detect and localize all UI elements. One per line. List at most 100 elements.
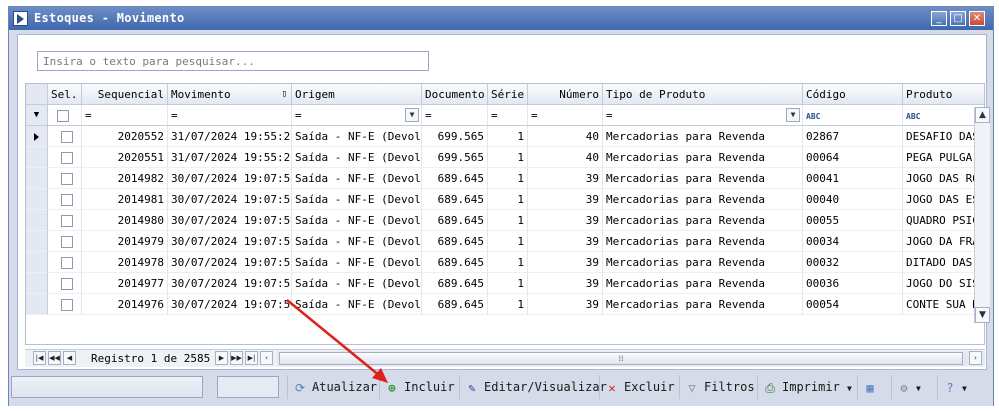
filter-sel[interactable] [48,105,82,126]
header-produto[interactable]: Produto [903,84,984,105]
row-select[interactable] [48,231,82,252]
vertical-scrollbar[interactable]: ▲ ▼ [974,107,990,323]
row-select[interactable] [48,252,82,273]
last-record-icon[interactable]: ▶| [245,351,258,365]
row-checkbox[interactable] [61,215,73,227]
cell-tipo-produto: Mercadorias para Revenda [603,210,803,231]
header-documento[interactable]: Documento [422,84,488,105]
filter-sequencial[interactable]: = [82,105,168,126]
filter-produto[interactable]: ABC [903,105,984,126]
scroll-thumb[interactable]: ⁞⁞ [279,352,963,365]
cell-codigo: 00036 [803,273,903,294]
row-indicator[interactable] [26,126,48,147]
row-checkbox[interactable] [61,257,73,269]
header-sel[interactable]: Sel. [48,84,82,105]
app-icon [13,11,28,26]
first-record-icon[interactable]: |◀ [33,351,46,365]
row-indicator[interactable] [26,294,48,315]
next-record-icon[interactable]: ▶ [215,351,228,365]
scroll-up-icon[interactable]: ▲ [975,107,990,123]
caret-down-icon: ▼ [916,384,921,393]
cell-tipo-produto: Mercadorias para Revenda [603,273,803,294]
chevron-down-icon[interactable]: ▼ [786,108,800,122]
prev-page-icon[interactable]: ◀◀ [48,351,61,365]
header-numero[interactable]: Número [528,84,603,105]
table-row[interactable]: 2014979 30/07/2024 19:07:50 Saída - NF-E (… [26,231,984,252]
filter-tipo-produto[interactable]: = ▼ [603,105,803,126]
cell-numero: 39 [528,168,603,189]
row-checkbox[interactable] [61,194,73,206]
search-input[interactable]: Insira o texto para pesquisar... [37,51,429,71]
row-checkbox[interactable] [61,152,73,164]
row-indicator[interactable] [26,231,48,252]
filter-codigo[interactable]: ABC [803,105,903,126]
filter-text-icon: ABC [906,112,921,121]
chevron-down-icon[interactable]: ▼ [405,108,419,122]
close-button[interactable]: ✕ [969,11,985,26]
filtros-button[interactable]: ▽ Filtros [679,375,755,399]
filtros-label: Filtros [704,380,755,394]
maximize-button[interactable]: □ [950,11,966,26]
row-indicator[interactable] [26,168,48,189]
editar-button[interactable]: ✎ Editar/Visualizar [459,375,607,399]
scroll-left-icon[interactable]: ‹ [260,351,273,365]
row-indicator[interactable] [26,252,48,273]
row-checkbox[interactable] [61,173,73,185]
header-movimento[interactable]: Movimento ▯ [168,84,292,105]
row-indicator[interactable] [26,210,48,231]
table-row[interactable]: 2014976 30/07/2024 19:07:50 Saída - NF-E (… [26,294,984,315]
incluir-button[interactable]: ⊕ Incluir [379,375,455,399]
table-row[interactable]: 2014981 30/07/2024 19:07:50 Saída - NF-E (… [26,189,984,210]
data-grid: Sel. Sequencial Movimento ▯ Origem Docume… [25,83,985,345]
row-select[interactable] [48,294,82,315]
scroll-down-icon[interactable]: ▼ [975,307,990,323]
cell-documento: 699.565 [422,126,488,147]
minimize-button[interactable]: _ [931,11,947,26]
table-row[interactable]: 2014982 30/07/2024 19:07:50 Saída - NF-E (… [26,168,984,189]
row-select[interactable] [48,126,82,147]
header-sequencial[interactable]: Sequencial [82,84,168,105]
excluir-button[interactable]: ✕ Excluir [599,375,675,399]
row-select[interactable] [48,210,82,231]
table-row[interactable]: 2014978 30/07/2024 19:07:50 Saída - NF-E (… [26,252,984,273]
table-row[interactable]: 2014980 30/07/2024 19:07:50 Saída - NF-E (… [26,210,984,231]
row-select[interactable] [48,273,82,294]
select-all-checkbox[interactable] [57,110,69,122]
status-field-small [217,376,279,398]
prev-record-icon[interactable]: ◀ [63,351,76,365]
scroll-right-icon[interactable]: › [969,351,982,365]
row-select[interactable] [48,147,82,168]
row-indicator[interactable] [26,273,48,294]
filter-numero[interactable]: = [528,105,603,126]
filter-documento[interactable]: = [422,105,488,126]
row-indicator[interactable] [26,147,48,168]
filter-movimento[interactable]: = [168,105,292,126]
chart-button[interactable]: ▦ [857,375,889,399]
cell-origem: Saída - NF-E (Devol… [292,252,422,273]
next-page-icon[interactable]: ▶▶ [230,351,243,365]
row-checkbox[interactable] [61,278,73,290]
grid-header: Sel. Sequencial Movimento ▯ Origem Docume… [26,84,984,105]
row-checkbox[interactable] [61,236,73,248]
row-checkbox[interactable] [61,299,73,311]
filter-serie[interactable]: = [488,105,528,126]
header-tipo-produto[interactable]: Tipo de Produto [603,84,803,105]
table-row[interactable]: 2020552 31/07/2024 19:55:29 Saída - NF-E (… [26,126,984,147]
horizontal-scrollbar[interactable]: ⁞⁞ › [277,351,985,366]
filter-origem[interactable]: = ▼ [292,105,422,126]
header-serie[interactable]: Série [488,84,528,105]
table-row[interactable]: 2014977 30/07/2024 19:07:50 Saída - NF-E (… [26,273,984,294]
header-codigo[interactable]: Código [803,84,903,105]
help-button[interactable]: ? ▼ [937,375,983,399]
cell-numero: 39 [528,252,603,273]
row-indicator[interactable] [26,189,48,210]
atualizar-button[interactable]: ⟳ Atualizar [287,375,377,399]
row-checkbox[interactable] [61,131,73,143]
header-origem[interactable]: Origem [292,84,422,105]
row-select[interactable] [48,189,82,210]
table-row[interactable]: 2020551 31/07/2024 19:55:29 Saída - NF-E (… [26,147,984,168]
minimize-icon: _ [936,13,942,24]
imprimir-button[interactable]: ⎙ Imprimir ▼ [757,375,852,399]
row-select[interactable] [48,168,82,189]
settings-button[interactable]: ⚙ ▼ [891,375,935,399]
